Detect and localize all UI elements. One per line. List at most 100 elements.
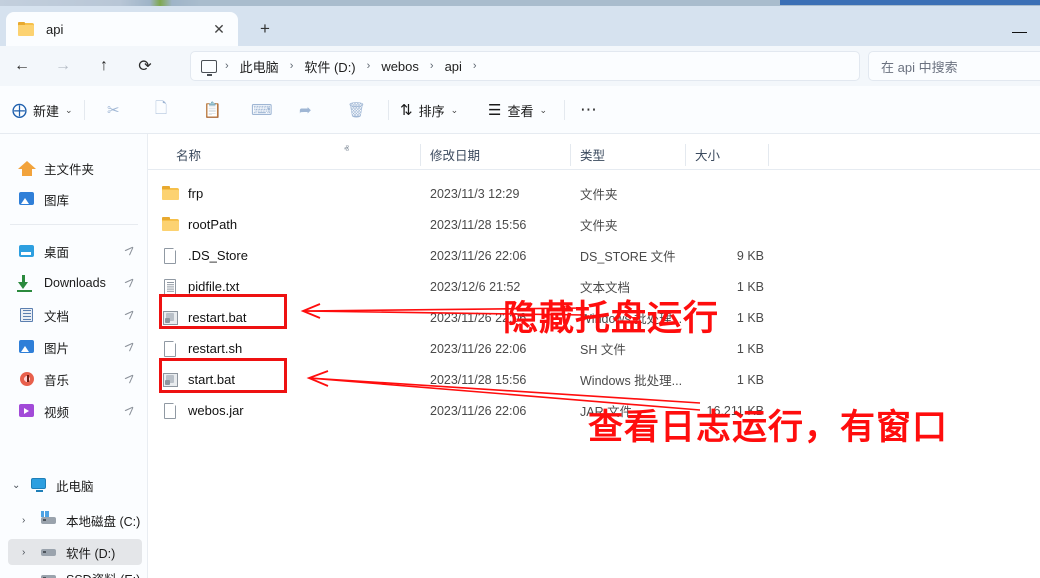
sidebar-item-label: 视频 [44,405,70,420]
date-modified-cell: 2023/11/3 12:29 [430,186,520,201]
chevron-down-icon: ⌄ [65,104,73,115]
annotation-highlight-restart-bat [159,294,287,329]
breadcrumb[interactable]: › 此电脑 › 软件 (D:) › webos › api › [190,51,860,81]
refresh-button[interactable]: ⟳ [131,52,159,80]
sidebar-item-label: 主文件夹 [44,162,95,177]
annotation-highlight-start-bat [159,358,287,393]
sidebar-item-label: 文档 [44,309,70,324]
folder-icon [18,22,34,36]
pin-icon[interactable]: ᐱ [123,339,138,354]
drive-icon [40,543,58,561]
minimize-button[interactable] [1006,22,1036,44]
pin-icon[interactable]: ᐱ [123,371,138,386]
breadcrumb-separator: › [429,60,434,72]
breadcrumb-item-0[interactable]: 此电脑 [237,57,282,76]
sort-icon: ⇅ [400,102,413,119]
sidebar-item-desktop[interactable]: 桌面 ᐱ [8,238,142,264]
file-type-cell: 文件夹 [580,188,618,202]
close-icon[interactable]: ✕ [210,20,228,38]
date-modified-cell: 2023/11/26 22:06 [430,248,527,263]
rename-button[interactable]: ⌨ [251,95,279,125]
share-button[interactable]: ➦ [299,95,318,125]
sidebar-item-label: 此电脑 [56,479,94,494]
copy-icon: 🗋 [155,99,168,117]
breadcrumb-separator: › [472,60,477,72]
file-size-cell [618,209,764,240]
annotation-note-1: 隐藏托盘运行 [503,299,720,339]
navigation-pane: 主文件夹 图库 桌面 ᐱ Downloads ᐱ 文档 ᐱ 图片 ᐱ 音乐 ᐱ … [0,134,148,578]
more-options-button[interactable]: ⋯ [580,95,597,125]
sidebar-item-downloads[interactable]: Downloads ᐱ [8,270,142,296]
sidebar-item-drive-c[interactable]: › 本地磁盘 (C:) [8,507,142,533]
pin-icon[interactable]: ᐱ [123,307,138,322]
desktop-icon [18,242,36,260]
chevron-down-icon[interactable]: ⌄ [12,480,20,491]
text-file-icon [162,278,179,296]
music-icon [18,370,36,388]
sidebar-item-home[interactable]: 主文件夹 [8,155,142,181]
breadcrumb-separator: › [366,60,371,72]
sidebar-item-documents[interactable]: 文档 ᐱ [8,302,142,328]
new-label: 新建 [33,103,60,119]
drive-c-icon [40,511,58,529]
rename-icon: ⌨ [251,102,273,119]
annotation-note-2: 查看日志运行，有窗口 [588,408,949,448]
table-row[interactable]: .DS_Store 2023/11/26 22:06 DS_STORE 文件 9… [148,240,1040,271]
file-explorer-window: api ✕ + ← → ↑ ⟳ › 此电脑 › 软件 (D:) › webos … [0,0,1040,578]
sidebar-item-label: 图库 [44,193,70,208]
column-header-size[interactable]: 大小 [695,140,720,168]
date-modified-cell: 2023/11/28 15:56 [430,217,527,232]
chevron-right-icon[interactable]: › [22,515,25,526]
view-list-icon: ☰ [488,102,502,119]
table-row[interactable]: frp 2023/11/3 12:29 文件夹 [148,178,1040,209]
date-modified-cell: 2023/11/28 15:56 [430,372,527,387]
cut-button[interactable]: ✂ [107,95,126,125]
plus-circle-icon: ⨁ [12,102,27,119]
table-row[interactable]: rootPath 2023/11/28 15:56 文件夹 [148,209,1040,240]
file-name-cell[interactable]: .DS_Store [162,240,248,271]
chevron-down-icon: ⌄ [450,104,459,115]
chevron-right-icon[interactable]: › [22,547,25,558]
sidebar-divider [10,224,138,225]
file-name-cell[interactable]: webos.jar [162,395,244,426]
column-header-name[interactable]: 名称 [176,140,201,168]
sidebar-item-pictures[interactable]: 图片 ᐱ [8,334,142,360]
search-input[interactable]: 在 api 中搜索 [868,51,1040,81]
back-button[interactable]: ← [8,52,36,80]
pin-icon[interactable]: ᐱ [123,403,138,418]
folder-icon [162,216,179,234]
file-name-cell[interactable]: rootPath [162,209,237,240]
column-header-type[interactable]: 类型 [580,140,605,168]
breadcrumb-item-3[interactable]: api [442,59,465,74]
pictures-icon [18,338,36,356]
sidebar-item-drive-d[interactable]: › 软件 (D:) [8,539,142,565]
search-placeholder: 在 api 中搜索 [881,59,958,75]
file-size-cell [618,178,764,209]
breadcrumb-item-2[interactable]: webos [378,59,422,74]
sidebar-item-videos[interactable]: 视频 ᐱ [8,398,142,424]
sidebar-item-drive-e[interactable]: › SSD资料 (E:) [8,571,142,578]
sidebar-item-label: Downloads [44,276,106,290]
pin-icon[interactable]: ᐱ [123,243,138,258]
file-icon [162,247,179,265]
sidebar-item-label: 图片 [44,341,70,356]
tab-api[interactable]: api ✕ [6,12,238,46]
sidebar-item-this-pc[interactable]: ⌄ 此电脑 [8,472,142,498]
copy-button[interactable]: 🗋 [155,95,173,125]
sidebar-item-gallery[interactable]: 图库 [8,186,142,212]
sort-button[interactable]: ⇅ 排序 ⌄ [400,95,458,125]
delete-button[interactable]: 🗑 [347,95,372,125]
breadcrumb-item-1[interactable]: 软件 (D:) [301,57,358,76]
share-icon: ➦ [299,102,312,119]
view-button[interactable]: ☰ 查看 ⌄ [488,95,547,125]
paste-button[interactable]: 📋 [203,95,228,125]
up-button[interactable]: ↑ [90,52,118,80]
pin-icon[interactable]: ᐱ [123,275,138,290]
download-icon [17,274,36,292]
column-header-date[interactable]: 修改日期 [430,140,480,168]
forward-button[interactable]: → [49,52,77,80]
sidebar-item-music[interactable]: 音乐 ᐱ [8,366,142,392]
new-button[interactable]: ⨁ 新建 ⌄ [12,95,73,125]
new-tab-button[interactable]: + [252,16,278,42]
file-name-cell[interactable]: frp [162,178,203,209]
